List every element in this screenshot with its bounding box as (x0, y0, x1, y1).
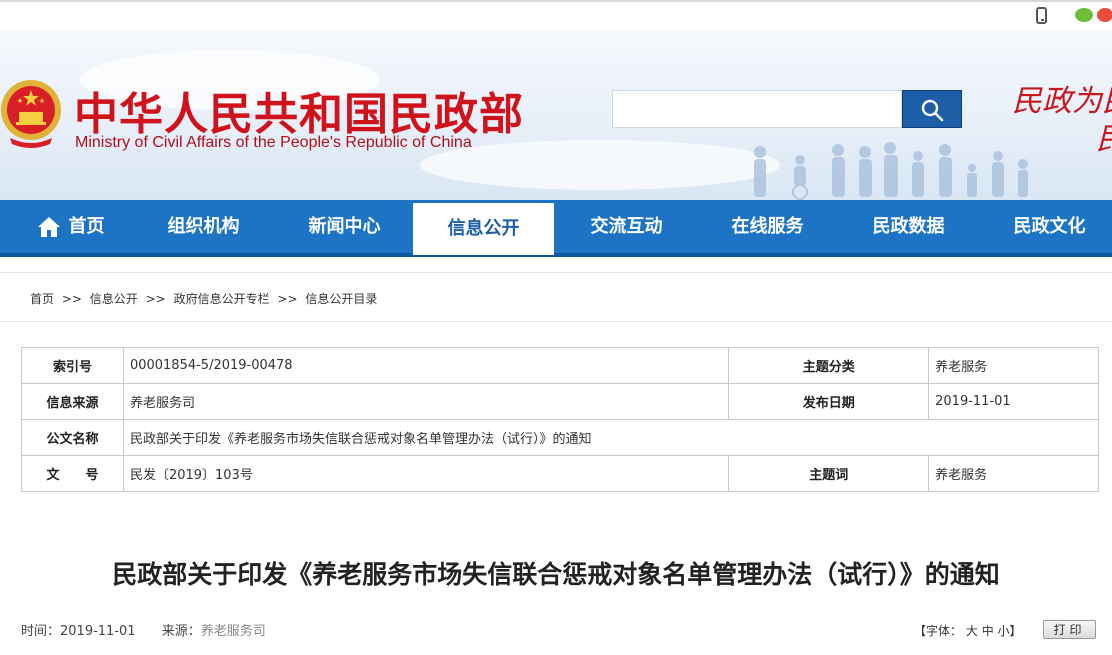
publish-date-value: 2019-11-01 (928, 383, 1099, 420)
breadcrumb-link-info[interactable]: 信息公开 (90, 292, 138, 306)
site-title-cn[interactable]: 中华人民共和国民政部 (74, 78, 524, 142)
font-size-close: 】 (1009, 624, 1022, 638)
nav-item-home[interactable]: 首页 (0, 200, 141, 253)
breadcrumb-separator: >> (145, 292, 166, 306)
table-row: 索引号 00001854-5/2019-00478 主题分类 养老服务 (21, 347, 1099, 384)
nav-item-organization[interactable]: 组织机构 (133, 200, 274, 253)
top-utility-bar (0, 0, 1112, 30)
breadcrumb-bar: 首页 >> 信息公开 >> 政府信息公开专栏 >> 信息公开目录 (0, 272, 1112, 322)
national-emblem-icon (1, 80, 61, 148)
breadcrumb-separator: >> (61, 292, 82, 306)
slogan-text-second: 民 (1096, 114, 1112, 158)
index-number-value: 00001854-5/2019-00478 (122, 347, 730, 384)
document-number-label: 文 号 (21, 455, 124, 492)
article-info: 时间：2019-11-01 来源：养老服务司 (21, 620, 266, 639)
article-title: 民政部关于印发《养老服务市场失信联合惩戒对象名单管理办法（试行）》的通知 (112, 560, 1000, 589)
nav-item-label: 首页 (68, 216, 105, 237)
wechat-icon[interactable] (1075, 8, 1093, 22)
document-metadata-table: 索引号 00001854-5/2019-00478 主题分类 养老服务 信息来源… (21, 347, 1100, 492)
people-silhouette-illustration (754, 142, 1028, 200)
font-medium-link[interactable]: 中 (982, 624, 994, 638)
nav-item-interaction[interactable]: 交流互动 (556, 200, 697, 253)
breadcrumb-link-column[interactable]: 政府信息公开专栏 (174, 292, 270, 306)
topic-category-label: 主题分类 (728, 347, 930, 384)
search-button[interactable] (902, 90, 962, 128)
time-label: 时间： (21, 624, 61, 639)
font-large-link[interactable]: 大 (966, 624, 978, 638)
search-input[interactable] (612, 90, 902, 128)
search-icon (921, 99, 944, 122)
breadcrumb-link-catalog[interactable]: 信息公开目录 (305, 292, 377, 306)
document-name-value: 民政部关于印发《养老服务市场失信联合惩戒对象名单管理办法（试行）》的通知 (122, 419, 1100, 456)
keyword-label: 主题词 (728, 455, 930, 492)
document-name-label: 公文名称 (21, 419, 124, 456)
document-number-value: 民发〔2019〕103号 (122, 455, 730, 492)
source-label: 来源： (161, 624, 201, 639)
keyword-value: 养老服务 (928, 455, 1099, 492)
font-size-label: 【字体： (914, 624, 963, 638)
main-nav: 首页 组织机构 新闻中心 信息公开 交流互动 在线服务 民政数据 民政文化 (0, 200, 1112, 257)
nav-item-culture[interactable]: 民政文化 (979, 200, 1112, 253)
info-source-value: 养老服务司 (122, 383, 730, 420)
site-banner: 中华人民共和国民政部 Ministry of Civil Affairs of … (0, 30, 1112, 200)
font-small-link[interactable]: 小 (998, 624, 1010, 638)
print-button[interactable]: 打印 (1043, 620, 1096, 639)
nav-item-online-service[interactable]: 在线服务 (697, 200, 838, 253)
breadcrumb: 首页 >> 信息公开 >> 政府信息公开专栏 >> 信息公开目录 (30, 290, 381, 307)
table-row: 公文名称 民政部关于印发《养老服务市场失信联合惩戒对象名单管理办法（试行）》的通… (21, 419, 1100, 456)
index-number-label: 索引号 (21, 347, 124, 384)
table-row: 文 号 民发〔2019〕103号 主题词 养老服务 (21, 455, 1099, 492)
cloud-decoration (420, 140, 780, 190)
table-row: 信息来源 养老服务司 发布日期 2019-11-01 (21, 383, 1099, 420)
topic-category-value: 养老服务 (928, 347, 1099, 384)
source-value[interactable]: 养老服务司 (201, 624, 266, 639)
breadcrumb-link-home[interactable]: 首页 (30, 292, 54, 306)
mobile-icon[interactable] (1036, 7, 1047, 24)
info-source-label: 信息来源 (21, 383, 124, 420)
publish-date-label: 发布日期 (728, 383, 930, 420)
time-value: 2019-11-01 (60, 624, 136, 639)
breadcrumb-separator: >> (277, 292, 298, 306)
site-title-en[interactable]: Ministry of Civil Affairs of the People'… (75, 134, 472, 152)
home-icon (37, 217, 60, 237)
weibo-icon[interactable] (1097, 8, 1112, 22)
font-size-control: 【字体： 大 中 小】 (914, 622, 1022, 639)
nav-item-news[interactable]: 新闻中心 (274, 200, 415, 253)
nav-item-info-disclosure[interactable]: 信息公开 (413, 203, 554, 255)
nav-item-data[interactable]: 民政数据 (838, 200, 979, 253)
